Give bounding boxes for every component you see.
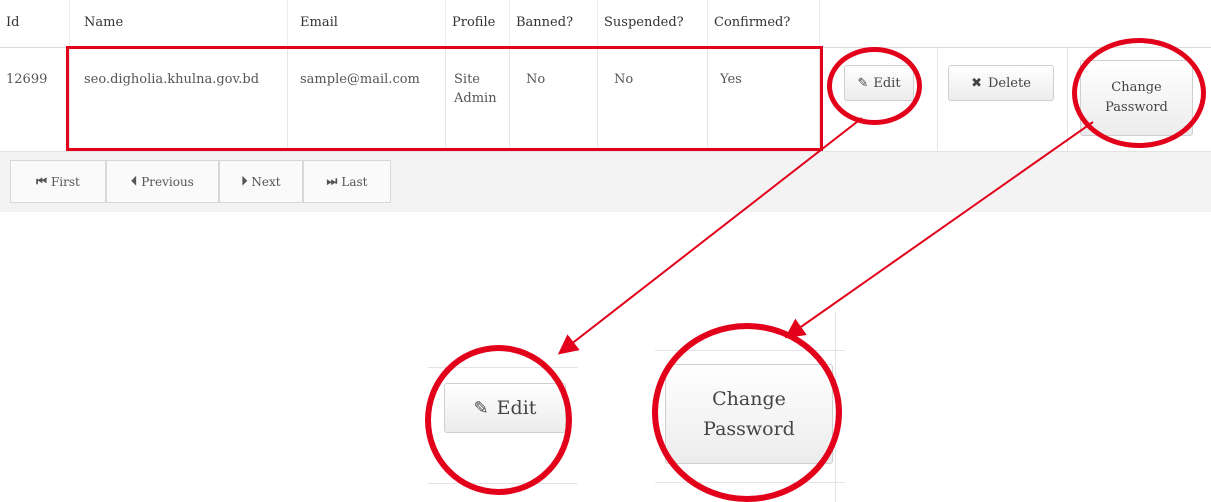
arrow-to-zoom-change-password: [784, 121, 1094, 339]
annotation-arrows: [557, 117, 1094, 355]
